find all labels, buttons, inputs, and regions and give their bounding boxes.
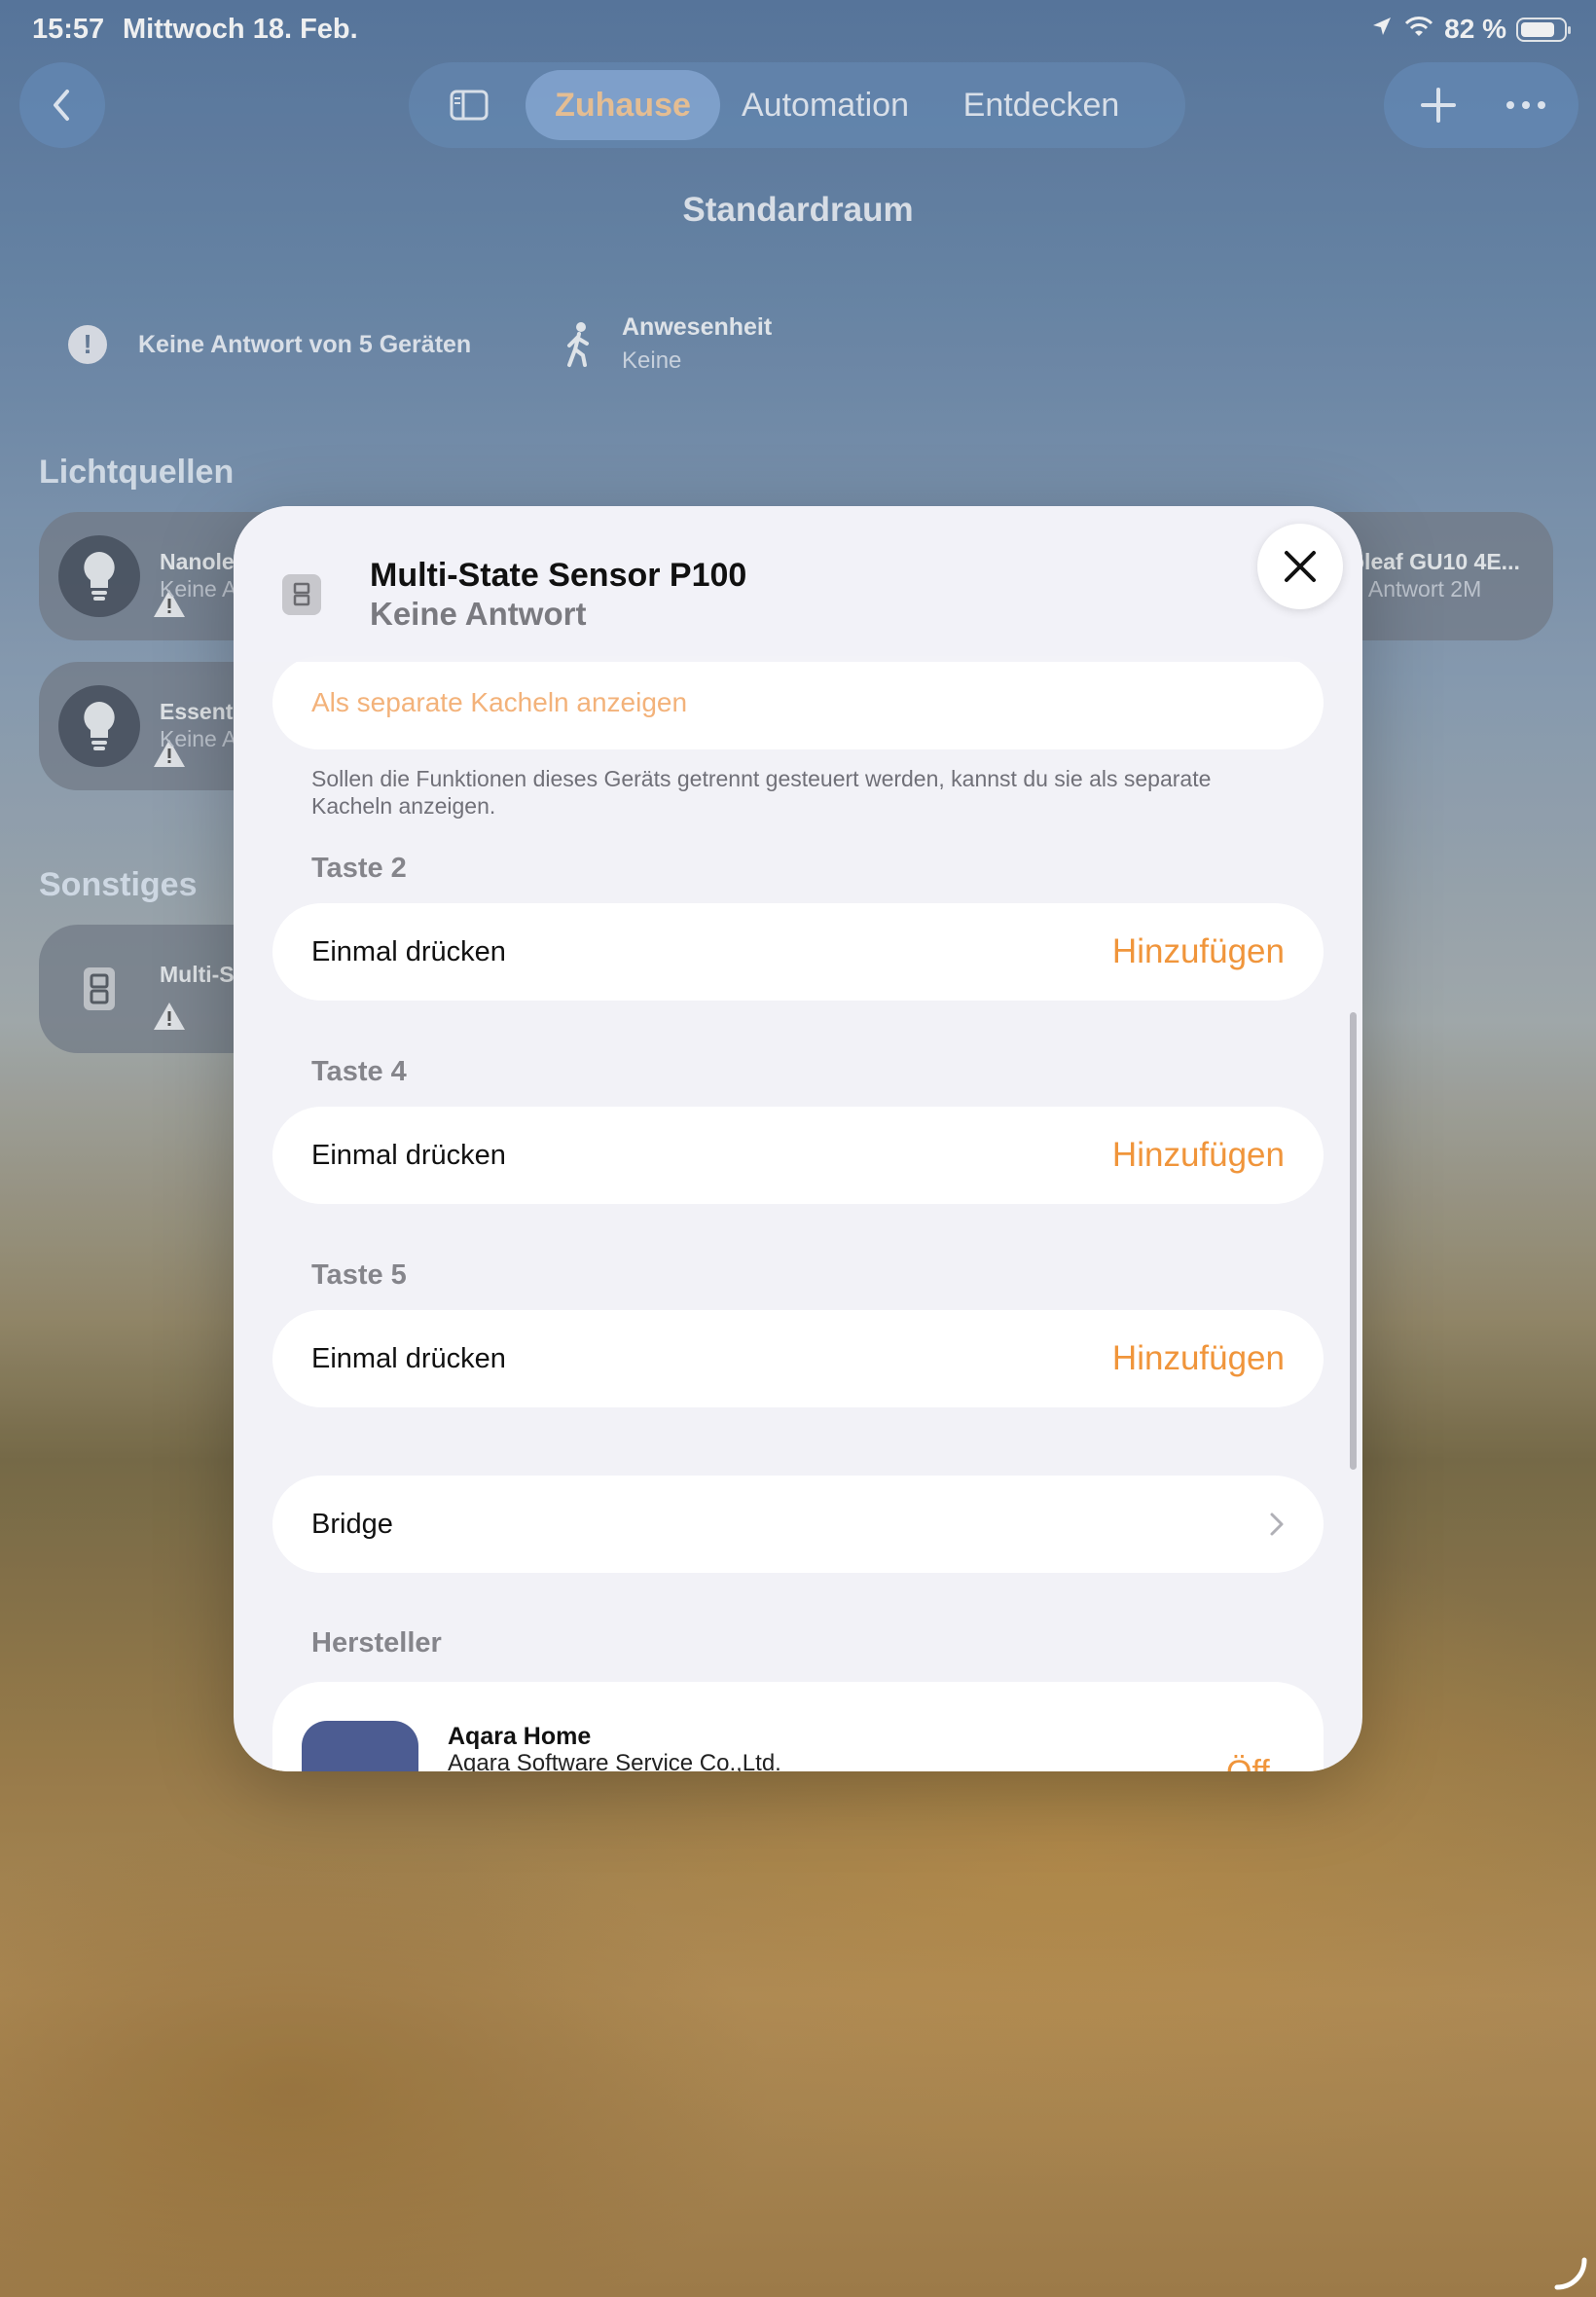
aqara-app-icon: Aqara [302,1721,418,1771]
taste-5-card: Einmal drücken Hinzufügen [272,1310,1324,1407]
close-button[interactable] [1257,524,1343,609]
taste-4-card: Einmal drücken Hinzufügen [272,1107,1324,1204]
bridge-label: Bridge [311,1508,393,1540]
separate-tiles-note: Sollen die Funktionen dieses Geräts getr… [311,766,1212,819]
row-label: Einmal drücken [311,935,506,967]
group-label-taste-5: Taste 5 [311,1259,407,1291]
manufacturer-card[interactable]: Aqara Aqara Home Aqara Software Service … [272,1682,1324,1771]
taste-2-row[interactable]: Einmal drücken Hinzufügen [272,903,1324,1001]
manufacturer-label: Hersteller [311,1627,442,1659]
group-label-taste-4: Taste 4 [311,1056,407,1087]
separate-tiles-button[interactable]: Als separate Kacheln anzeigen [272,656,1324,749]
device-status: Keine Antwort [370,596,587,632]
sheet-header: Multi-State Sensor P100 Keine Antwort [234,506,1362,662]
manufacturer-company: Aqara Software Service Co.,Ltd. [448,1750,781,1771]
add-button[interactable]: Hinzufügen [1112,1136,1285,1175]
scrollbar[interactable] [1350,1012,1357,1470]
chevron-right-icon [1270,1513,1284,1536]
switch-icon [282,574,321,615]
row-label: Einmal drücken [311,1139,506,1171]
group-label-taste-2: Taste 2 [311,853,407,884]
close-icon [1285,551,1316,582]
bridge-card: Bridge [272,1476,1324,1573]
taste-5-row[interactable]: Einmal drücken Hinzufügen [272,1310,1324,1407]
taste-2-card: Einmal drücken Hinzufügen [272,903,1324,1001]
device-detail-sheet: Als separate Kacheln anzeigen Sollen die… [234,506,1362,1771]
taste-4-row[interactable]: Einmal drücken Hinzufügen [272,1107,1324,1204]
resize-grabber-icon[interactable] [1553,2256,1588,2291]
separate-tiles-label: Als separate Kacheln anzeigen [311,687,688,717]
manufacturer-app-name: Aqara Home [448,1723,592,1750]
bridge-row[interactable]: Bridge [272,1476,1324,1573]
open-app-button[interactable]: Öff [1226,1754,1270,1771]
row-label: Einmal drücken [311,1342,506,1374]
add-button[interactable]: Hinzufügen [1112,932,1285,971]
add-button[interactable]: Hinzufügen [1112,1339,1285,1378]
device-title: Multi-State Sensor P100 [370,557,747,594]
